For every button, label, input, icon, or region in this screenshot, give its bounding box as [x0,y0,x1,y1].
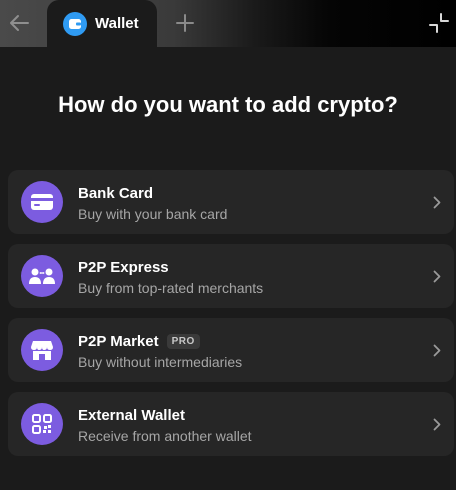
plus-icon [176,14,194,32]
collapse-button[interactable] [424,8,454,38]
option-external-wallet[interactable]: External Wallet Receive from another wal… [8,392,454,456]
option-subtitle: Buy without intermediaries [78,354,243,370]
option-title-text: P2P Market [78,333,159,350]
collapse-icon [429,13,449,33]
browser-top-bar: Wallet [0,0,456,47]
people-exchange-icon [21,255,63,297]
option-title: External Wallet [78,407,185,424]
option-title-text: Bank Card [78,185,154,202]
page-title: How do you want to add crypto? [58,92,398,117]
back-button[interactable] [0,4,38,42]
pro-badge: PRO [166,334,200,349]
chevron-right-icon [430,342,444,358]
qr-code-icon [21,403,63,445]
tab-label: Wallet [95,15,139,32]
option-p2p-market[interactable]: P2P Market PRO Buy without intermediarie… [8,318,454,382]
option-subtitle: Buy from top-rated merchants [78,280,264,296]
option-title-text: External Wallet [78,407,185,424]
option-title: P2P Express [78,259,169,276]
option-subtitle: Buy with your bank card [78,206,228,222]
wallet-icon [63,11,87,36]
option-bank-card[interactable]: Bank Card Buy with your bank card [8,170,454,234]
app-window: Wallet How do you want to add crypto? Ba… [0,0,456,490]
option-subtitle: Receive from another wallet [78,428,252,444]
chevron-right-icon [430,194,444,210]
tab-wallet[interactable]: Wallet [47,0,157,47]
chevron-right-icon [430,268,444,284]
option-title: Bank Card [78,185,153,202]
option-title-text: P2P Express [78,259,169,276]
arrow-left-icon [10,15,29,31]
new-tab-button[interactable] [170,8,200,38]
option-p2p-express[interactable]: P2P Express Buy from top-rated merchants [8,244,454,308]
chevron-right-icon [430,416,444,432]
store-icon [21,329,63,371]
card-icon [21,181,63,223]
option-title: P2P Market PRO [78,333,200,350]
